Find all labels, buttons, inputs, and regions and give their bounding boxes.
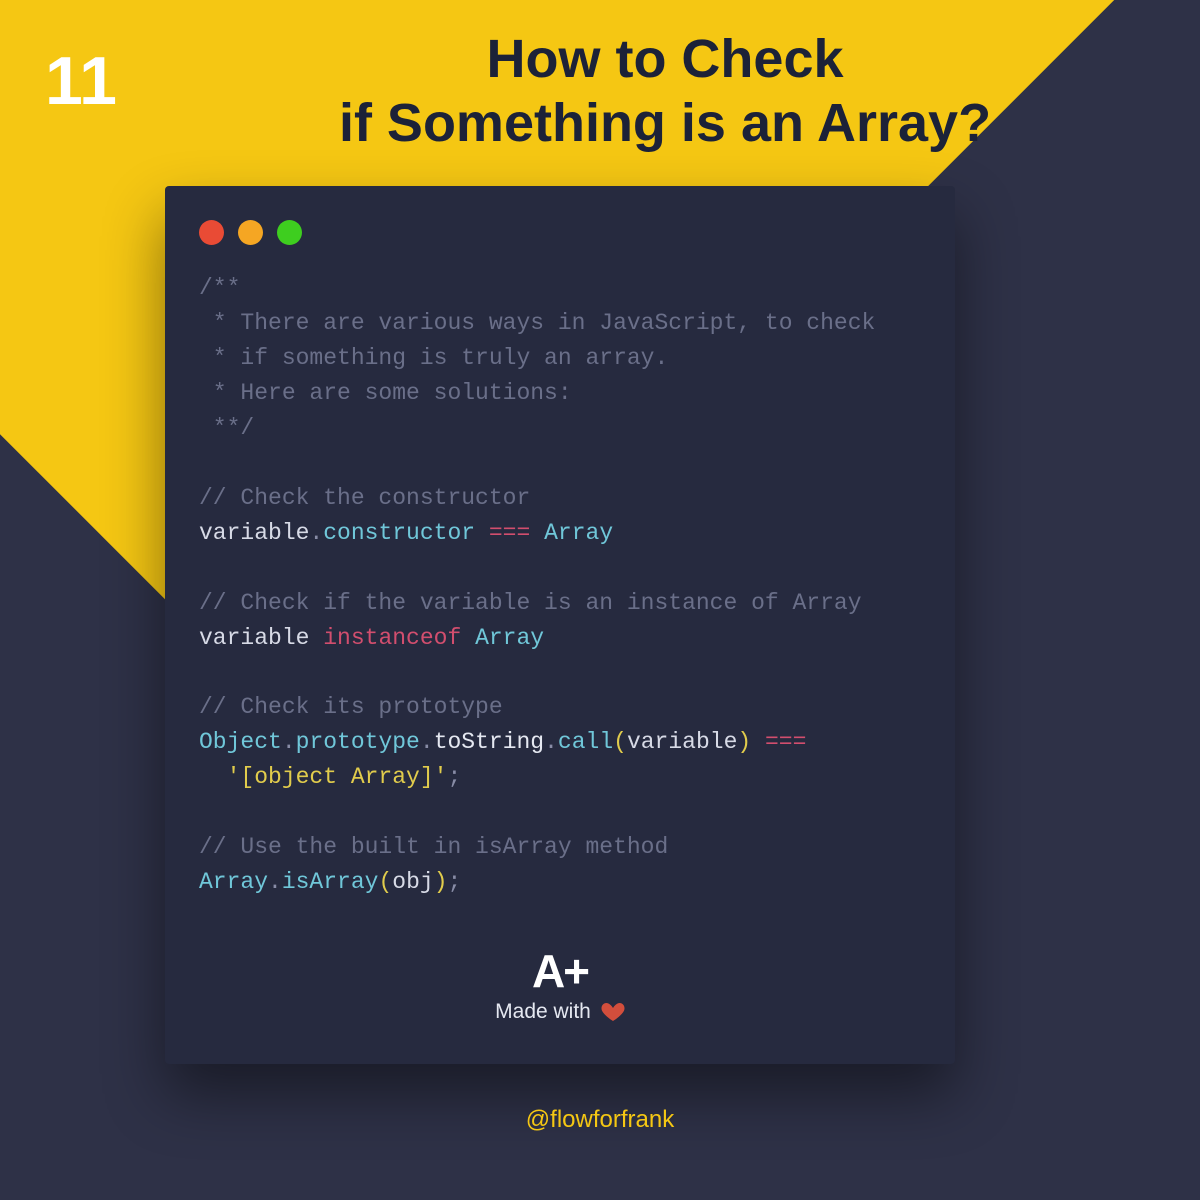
- minimize-icon: [238, 220, 263, 245]
- code-token: .: [309, 520, 323, 546]
- code-token: // Use the built in isArray method: [199, 834, 668, 860]
- code-token: obj: [392, 869, 433, 895]
- page-number: 11: [45, 42, 117, 120]
- code-token: [475, 520, 489, 546]
- code-token: * There are various ways in JavaScript, …: [199, 310, 875, 336]
- code-token: * if something is truly an array.: [199, 345, 668, 371]
- code-token: ): [434, 869, 448, 895]
- code-token: prototype: [296, 729, 420, 755]
- code-token: ;: [448, 869, 462, 895]
- code-token: // Check the constructor: [199, 485, 530, 511]
- made-with-text: Made with: [495, 1000, 591, 1024]
- code-token: constructor: [323, 520, 475, 546]
- code-token: Array: [199, 869, 268, 895]
- title-line-2: if Something is an Array?: [339, 93, 991, 153]
- code-token: // Check if the variable is an instance …: [199, 590, 862, 616]
- code-token: '[object Array]': [227, 764, 448, 790]
- code-token: variable: [627, 729, 737, 755]
- code-token: ===: [765, 729, 806, 755]
- code-token: * Here are some solutions:: [199, 380, 572, 406]
- code-token: [461, 625, 475, 651]
- brand-logo: A+: [199, 948, 921, 994]
- code-token: Array: [475, 625, 544, 651]
- code-token: .: [282, 729, 296, 755]
- code-token: [751, 729, 765, 755]
- title-line-1: How to Check: [486, 29, 843, 89]
- code-token: .: [544, 729, 558, 755]
- code-token: ): [737, 729, 751, 755]
- code-token: variable: [199, 625, 323, 651]
- window-traffic-lights: [199, 220, 921, 245]
- code-token: **/: [199, 415, 254, 441]
- code-token: (: [613, 729, 627, 755]
- code-token: [530, 520, 544, 546]
- code-token: ===: [489, 520, 530, 546]
- code-token: ;: [447, 764, 461, 790]
- heart-icon: [601, 1000, 625, 1024]
- code-token: variable: [199, 520, 309, 546]
- code-token: [199, 764, 227, 790]
- code-token: /**: [199, 275, 240, 301]
- close-icon: [199, 220, 224, 245]
- code-token: .: [420, 729, 434, 755]
- page-title: How to Check if Something is an Array?: [190, 28, 1140, 155]
- code-card: /** * There are various ways in JavaScri…: [165, 186, 955, 1064]
- code-token: isArray: [282, 869, 379, 895]
- code-block: /** * There are various ways in JavaScri…: [199, 271, 921, 900]
- card-footer: A+ Made with: [199, 948, 921, 1024]
- code-token: .: [268, 869, 282, 895]
- code-token: (: [378, 869, 392, 895]
- code-token: Object: [199, 729, 282, 755]
- social-handle: @flowforfrank: [0, 1106, 1200, 1134]
- maximize-icon: [277, 220, 302, 245]
- code-token: // Check its prototype: [199, 694, 503, 720]
- code-token: instanceof: [323, 625, 461, 651]
- code-token: call: [558, 729, 613, 755]
- code-token: Array: [544, 520, 613, 546]
- made-with-label: Made with: [495, 1000, 625, 1024]
- code-token: toString: [434, 729, 544, 755]
